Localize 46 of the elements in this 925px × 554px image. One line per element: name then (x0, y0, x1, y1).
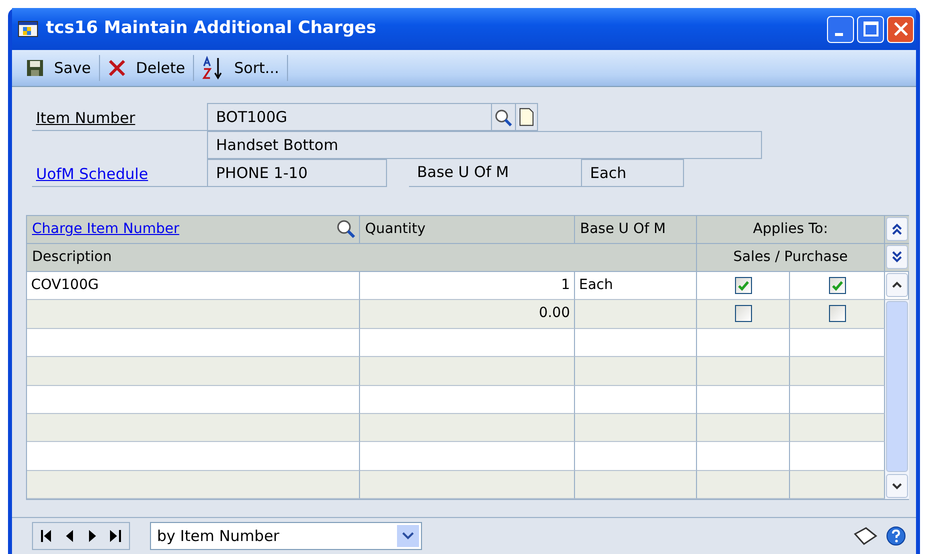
checkbox[interactable] (828, 277, 846, 294)
scroll-down-button[interactable] (886, 474, 908, 498)
item-description-field: Handset Bottom (207, 131, 762, 159)
item-number-field[interactable]: BOT100G (207, 103, 492, 131)
delete-icon (108, 59, 126, 77)
checkbox[interactable] (734, 277, 752, 294)
close-icon (892, 21, 908, 37)
sort-icon (202, 56, 224, 80)
delete-button[interactable]: Delete (100, 54, 194, 82)
column-header: Base U Of M (575, 216, 697, 244)
window-icon (18, 21, 38, 37)
window-title: tcs16 Maintain Additional Charges (46, 17, 378, 40)
double-down-arrow-icon (892, 251, 902, 263)
sort-by-dropdown[interactable]: by Item Number (150, 522, 422, 550)
first-record-icon[interactable] (41, 530, 52, 542)
minimize-icon (834, 32, 842, 36)
search-icon[interactable] (335, 218, 357, 240)
column-header: Applies To: (697, 216, 885, 244)
maximize-button[interactable] (857, 16, 884, 42)
collapse-rows-button[interactable] (886, 245, 908, 269)
base-uofm-field: Each (581, 159, 684, 187)
note-icon[interactable] (852, 526, 878, 546)
scrollbar-thumb[interactable] (886, 301, 908, 472)
save-button[interactable]: Save (18, 54, 99, 82)
column-header: Description (27, 244, 697, 272)
close-button[interactable] (887, 16, 914, 42)
save-icon (26, 59, 44, 77)
uofm-schedule-field[interactable]: PHONE 1-10 (207, 159, 387, 187)
maximize-icon (862, 21, 878, 37)
double-up-arrow-icon (892, 223, 902, 235)
previous-record-icon[interactable] (66, 530, 74, 542)
minimize-button[interactable] (827, 16, 854, 42)
scroll-up-button[interactable] (886, 273, 908, 297)
column-header: Sales / Purchase (697, 244, 885, 272)
table-cell: 0.00 (360, 300, 575, 329)
checkbox[interactable] (828, 305, 846, 322)
checkbox[interactable] (734, 305, 752, 322)
sort-button[interactable]: Sort... (194, 54, 288, 82)
help-icon[interactable] (886, 526, 906, 546)
charge-item-number-link[interactable]: Charge Item Number (27, 216, 335, 244)
sort-by-value: by Item Number (157, 526, 280, 547)
new-document-icon[interactable] (516, 103, 538, 131)
last-record-icon[interactable] (110, 530, 121, 542)
expand-rows-button[interactable] (886, 217, 908, 241)
column-header: Quantity (360, 216, 575, 244)
next-record-icon[interactable] (88, 530, 96, 542)
